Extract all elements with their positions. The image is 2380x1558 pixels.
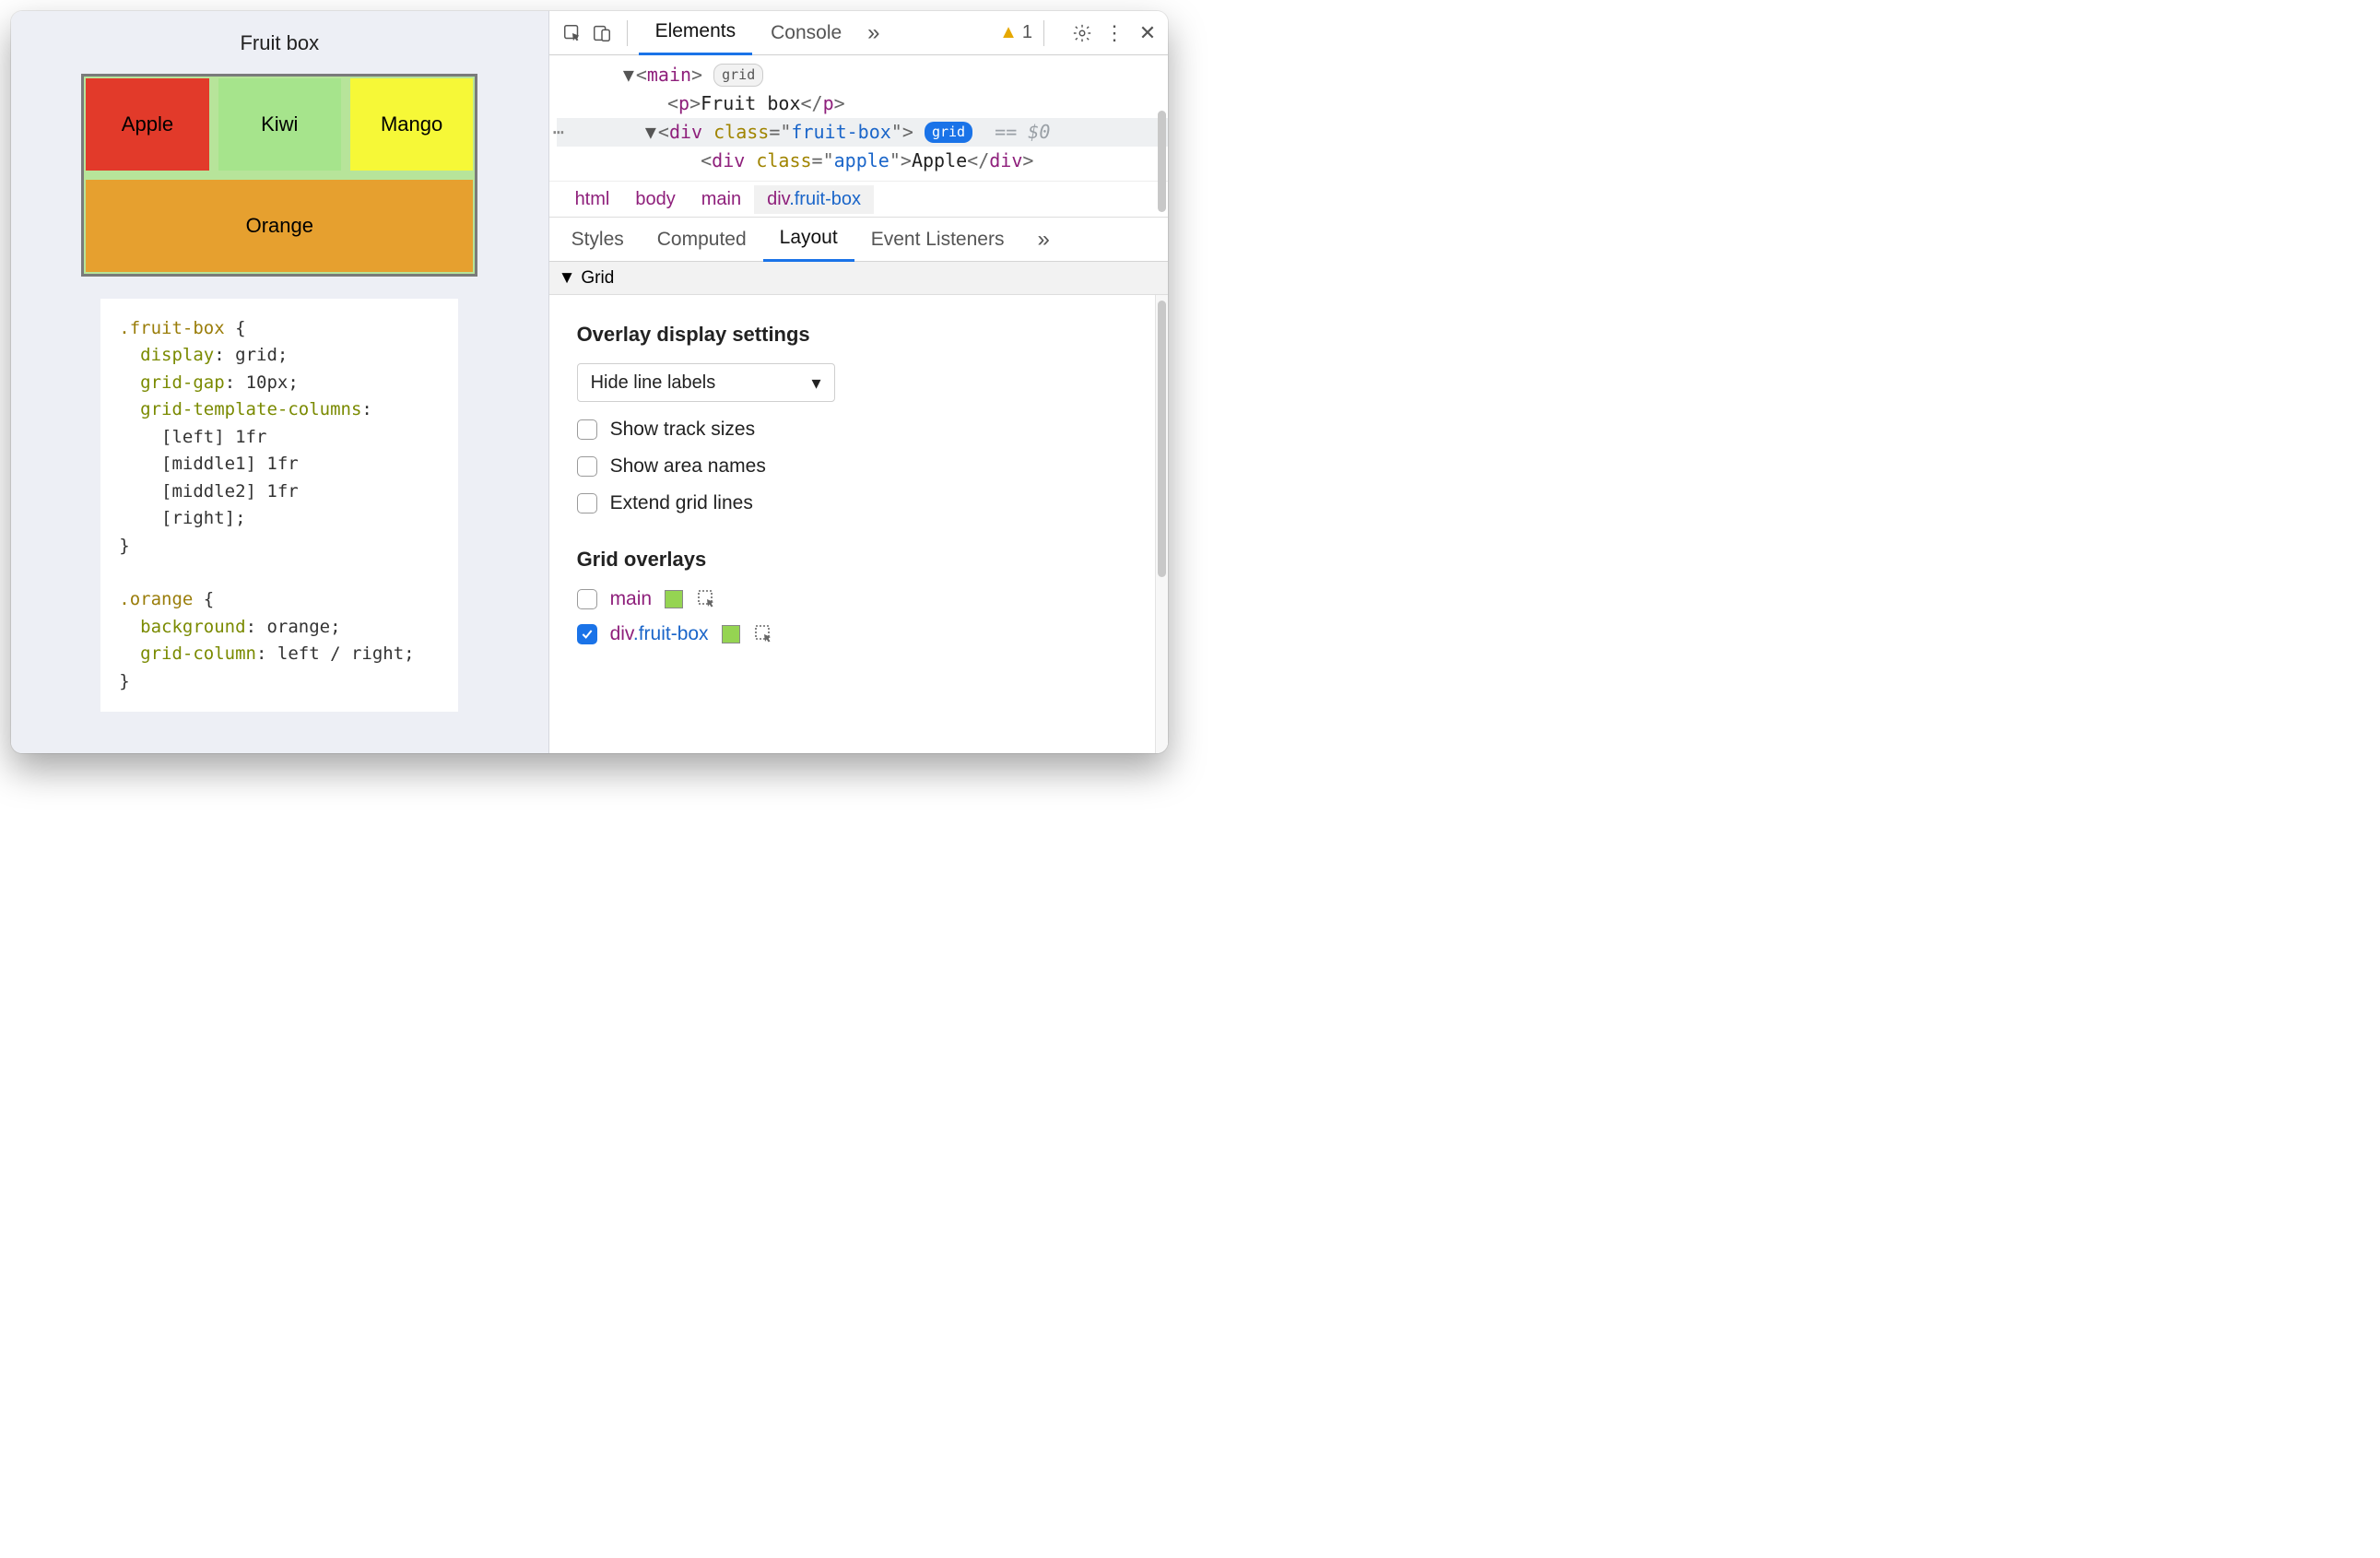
element-picker-icon[interactable] — [753, 623, 775, 645]
checkbox-icon — [577, 493, 597, 513]
fruit-box-grid: Apple Kiwi Mango Orange — [81, 74, 477, 277]
page-preview-pane: Fruit box Apple Kiwi Mango Orange .fruit… — [11, 11, 549, 753]
breadcrumb: html body main div.fruit-box — [549, 181, 1168, 218]
grid-overlays-title: Grid overlays — [577, 548, 1146, 572]
dom-line-selected[interactable]: ⋯ ▼<div class="fruit-box"> grid == $0 — [557, 118, 1168, 147]
section-header-grid[interactable]: ▼ Grid — [549, 262, 1168, 295]
checkbox-icon — [577, 419, 597, 440]
warning-number: 1 — [1022, 22, 1032, 43]
crumb-html[interactable]: html — [562, 185, 623, 214]
color-swatch[interactable] — [722, 625, 740, 643]
layout-panel-body: Overlay display settings Hide line label… — [549, 295, 1168, 671]
cell-apple: Apple — [86, 78, 208, 171]
select-value: Hide line labels — [591, 372, 716, 394]
overlay-settings-title: Overlay display settings — [577, 323, 1146, 347]
dom-tree[interactable]: ▼<main> grid <p>Fruit box</p> ⋯ ▼<div cl… — [549, 55, 1168, 181]
subtab-event-listeners[interactable]: Event Listeners — [854, 218, 1021, 262]
cell-mango: Mango — [350, 78, 473, 171]
cell-kiwi: Kiwi — [218, 78, 341, 171]
code-snippet: .fruit-box { display: grid; grid-gap: 10… — [100, 299, 458, 712]
element-picker-icon[interactable] — [696, 588, 718, 610]
sidebar-tabs: Styles Computed Layout Event Listeners » — [549, 218, 1168, 262]
subtabs-more[interactable]: » — [1037, 227, 1049, 253]
subtab-layout[interactable]: Layout — [763, 218, 854, 262]
disclosure-icon: ▼ — [559, 268, 576, 289]
warning-icon: ▲ — [999, 22, 1018, 43]
tab-console[interactable]: Console — [754, 11, 858, 55]
dom-line-p[interactable]: <p>Fruit box</p> — [557, 89, 1168, 118]
devtools-window: Fruit box Apple Kiwi Mango Orange .fruit… — [11, 11, 1168, 753]
preview-title: Fruit box — [240, 31, 319, 55]
checkbox-show-track-sizes[interactable]: Show track sizes — [577, 419, 1146, 441]
checkbox-label: Extend grid lines — [610, 492, 753, 514]
device-toggle-icon[interactable] — [588, 19, 616, 47]
line-labels-select[interactable]: Hide line labels ▾ — [577, 363, 835, 402]
toolbar-separator — [1043, 20, 1044, 46]
crumb-div-fruit-box[interactable]: div.fruit-box — [754, 185, 874, 214]
close-icon[interactable]: ✕ — [1133, 21, 1162, 45]
section-title: Grid — [581, 268, 614, 289]
toolbar-separator — [627, 20, 628, 46]
tab-elements[interactable]: Elements — [639, 11, 753, 55]
devtools-pane: Elements Console » ▲ 1 ⋮ ✕ ▼<main> grid … — [549, 11, 1168, 753]
warning-count[interactable]: ▲ 1 — [999, 22, 1032, 43]
inspect-icon[interactable] — [559, 19, 586, 47]
cell-orange: Orange — [86, 180, 473, 272]
checkbox-label: Show area names — [610, 455, 766, 478]
checkbox-icon — [577, 456, 597, 477]
checkbox-label: Show track sizes — [610, 419, 756, 441]
dom-line-main[interactable]: ▼<main> grid — [557, 61, 1168, 89]
checkbox-icon — [577, 589, 597, 609]
gear-icon[interactable] — [1068, 19, 1096, 47]
crumb-main[interactable]: main — [689, 185, 754, 214]
overlay-name: div.fruit-box — [610, 623, 709, 645]
overlay-name: main — [610, 588, 653, 610]
tabs-more[interactable]: » — [860, 11, 887, 55]
subtab-computed[interactable]: Computed — [641, 218, 763, 262]
overlay-row-fruit-box[interactable]: div.fruit-box — [577, 623, 1146, 645]
checkbox-extend-grid-lines[interactable]: Extend grid lines — [577, 492, 1146, 514]
chevron-down-icon: ▾ — [812, 372, 821, 395]
checkbox-show-area-names[interactable]: Show area names — [577, 455, 1146, 478]
crumb-body[interactable]: body — [622, 185, 688, 214]
overlay-row-main[interactable]: main — [577, 588, 1146, 610]
checkbox-icon — [577, 624, 597, 644]
kebab-icon[interactable]: ⋮ — [1102, 21, 1127, 45]
color-swatch[interactable] — [665, 590, 683, 608]
subtab-styles[interactable]: Styles — [555, 218, 641, 262]
scrollbar-thumb[interactable] — [1158, 111, 1166, 212]
dom-line-child[interactable]: <div class="apple">Apple</div> — [557, 147, 1168, 175]
devtools-toolbar: Elements Console » ▲ 1 ⋮ ✕ — [549, 11, 1168, 55]
